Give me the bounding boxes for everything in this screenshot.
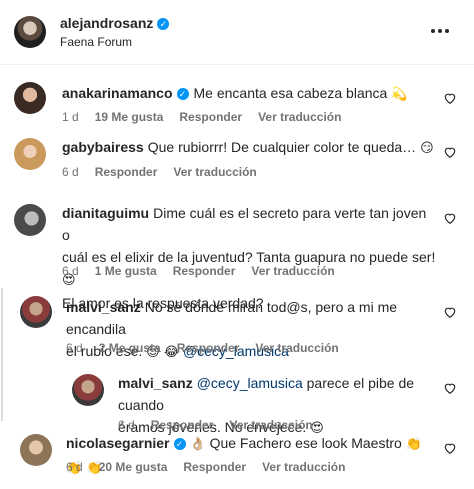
post-location[interactable]: Faena Forum bbox=[60, 35, 132, 49]
more-dot-icon bbox=[438, 29, 442, 33]
avatar[interactable] bbox=[14, 204, 46, 236]
avatar[interactable] bbox=[72, 374, 104, 406]
translate-button[interactable]: Ver traducción bbox=[173, 165, 256, 179]
translate-button[interactable]: Ver traducción bbox=[262, 460, 345, 474]
verified-badge-icon: ✓ bbox=[176, 88, 189, 100]
comment-username[interactable]: gabybairess bbox=[62, 139, 144, 155]
comment-time[interactable]: 6 d bbox=[118, 418, 135, 432]
translate-button[interactable]: Ver traducción bbox=[258, 110, 341, 124]
comment-meta: 6 d 20 Me gusta Responder Ver traducción bbox=[66, 460, 345, 474]
likes-count[interactable]: 20 Me gusta bbox=[99, 460, 168, 474]
heart-icon[interactable] bbox=[443, 91, 457, 105]
mention-link[interactable]: @cecy_lamusica bbox=[197, 375, 303, 391]
heart-icon[interactable] bbox=[443, 441, 457, 455]
reply-button[interactable]: Responder bbox=[179, 110, 242, 124]
heart-icon[interactable] bbox=[443, 381, 457, 395]
likes-count[interactable]: 19 Me gusta bbox=[95, 110, 164, 124]
avatar[interactable] bbox=[14, 16, 46, 48]
heart-icon[interactable] bbox=[443, 305, 457, 319]
post-author-username[interactable]: alejandrosanz bbox=[60, 15, 153, 31]
comment-text: anakarinamanco ✓ Me encanta esa cabeza bla… bbox=[62, 82, 437, 106]
comment-meta: 6 d 1 Me gusta Responder Ver traducción bbox=[62, 264, 335, 278]
header-divider bbox=[0, 64, 474, 65]
comment-time[interactable]: 6 d bbox=[66, 341, 83, 355]
comment-username[interactable]: anakarinamanco bbox=[62, 85, 173, 101]
reply-button[interactable]: Responder bbox=[183, 460, 246, 474]
dizzy-emoji-icon: 💫 bbox=[391, 87, 408, 102]
comment-meta: 6 d 2 Me gusta Responder Ver traducción bbox=[66, 341, 339, 355]
likes-count[interactable]: 2 Me gusta bbox=[99, 341, 161, 355]
smirk-emoji-icon: 😏 bbox=[420, 141, 434, 156]
avatar[interactable] bbox=[14, 82, 46, 114]
comment-time[interactable]: 6 d bbox=[66, 460, 83, 474]
heart-icon[interactable] bbox=[443, 145, 457, 159]
likes-count[interactable]: 1 Me gusta bbox=[95, 264, 157, 278]
comment-time[interactable]: 1 d bbox=[62, 110, 79, 124]
reply-button[interactable]: Responder bbox=[95, 165, 158, 179]
comment-username[interactable]: malvi_sanz bbox=[66, 299, 141, 315]
reply-button[interactable]: Responder bbox=[151, 418, 214, 432]
comment-time[interactable]: 6 d bbox=[62, 165, 79, 179]
more-options-button[interactable] bbox=[430, 23, 450, 39]
ok-hand-emoji-icon: 👌🏼 bbox=[189, 437, 206, 452]
comment-username[interactable]: malvi_sanz bbox=[118, 375, 193, 391]
comment-username[interactable]: nicolasegarnier bbox=[66, 435, 170, 451]
thread-line bbox=[1, 288, 3, 421]
post-header: alejandrosanz ✓ Faena Forum bbox=[0, 0, 474, 64]
avatar[interactable] bbox=[20, 434, 52, 466]
translate-button[interactable]: Ver traducción bbox=[229, 418, 312, 432]
more-dot-icon bbox=[445, 29, 449, 33]
translate-button[interactable]: Ver traducción bbox=[255, 341, 338, 355]
comment-username[interactable]: dianitaguimu bbox=[62, 205, 149, 221]
avatar[interactable] bbox=[14, 138, 46, 170]
heart-icon[interactable] bbox=[443, 211, 457, 225]
comment-body: cuál es el elixir de la juventud? Tanta … bbox=[62, 249, 436, 265]
avatar[interactable] bbox=[20, 296, 52, 328]
reply-button[interactable]: Responder bbox=[173, 264, 236, 278]
comment-body: Que Fachero ese look Maestro bbox=[209, 435, 402, 451]
comment-body: Me encanta esa cabeza blanca bbox=[193, 85, 388, 101]
verified-badge-icon: ✓ bbox=[157, 18, 170, 30]
reply-button[interactable]: Responder bbox=[177, 341, 240, 355]
verified-badge-icon: ✓ bbox=[173, 438, 186, 450]
comment-meta: 6 d Responder Ver traducción bbox=[62, 165, 257, 179]
more-dot-icon bbox=[431, 29, 435, 33]
translate-button[interactable]: Ver traducción bbox=[251, 264, 334, 278]
comment-text: gabybairess Que rubiorrr! De cualquier co… bbox=[62, 136, 437, 160]
comment-meta: 6 d Responder Ver traducción bbox=[118, 418, 313, 432]
comment-body: Que rubiorrr! De cualquier color te qued… bbox=[147, 139, 417, 155]
comment-meta: 1 d 19 Me gusta Responder Ver traducción bbox=[62, 110, 341, 124]
comment-time[interactable]: 6 d bbox=[62, 264, 79, 278]
post-author[interactable]: alejandrosanz ✓ bbox=[60, 15, 170, 31]
